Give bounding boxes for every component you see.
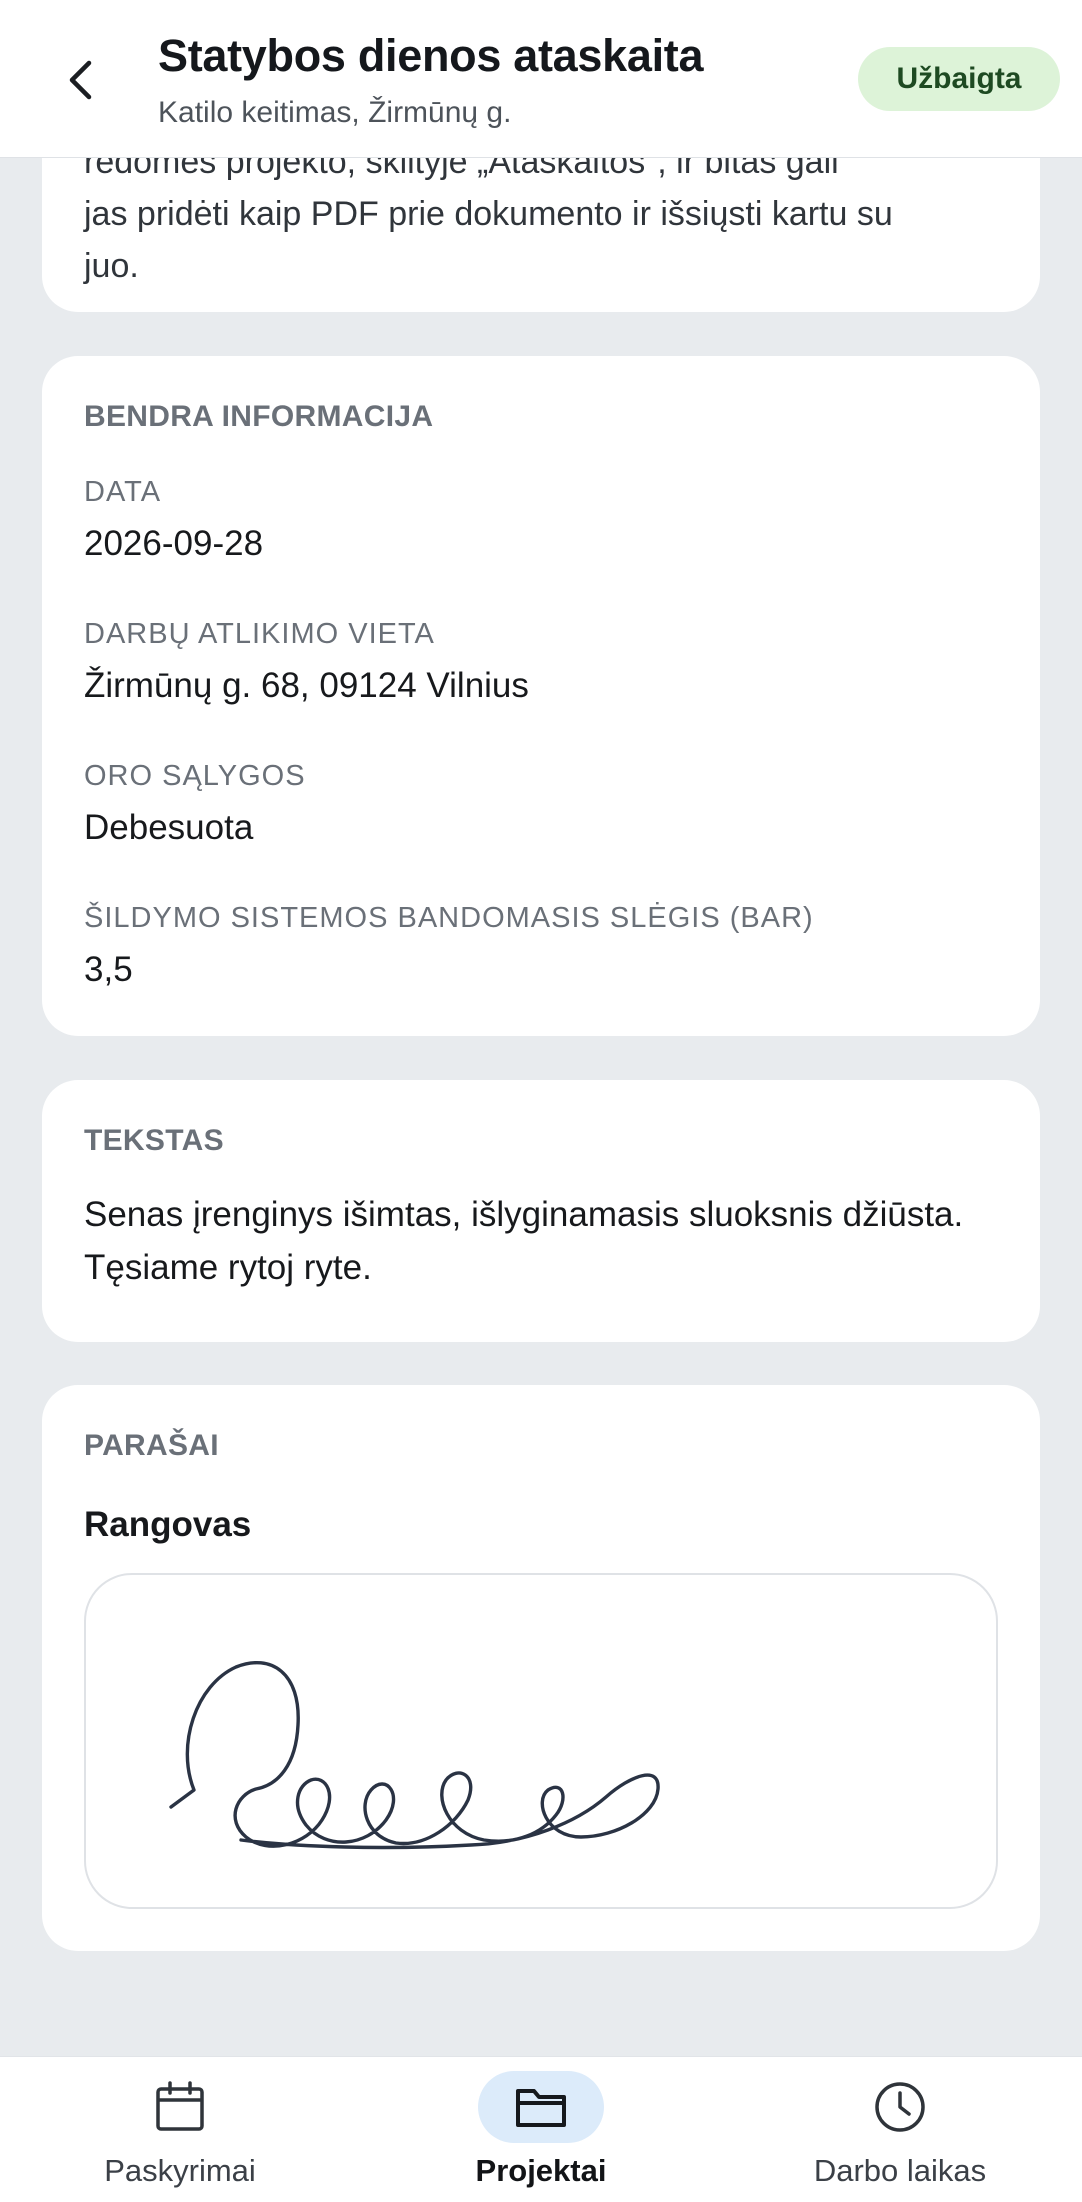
nav-icon-wrap <box>117 2071 243 2143</box>
text-body: Senas įrenginys išimtas, išlyginamasis s… <box>84 1195 964 1287</box>
status-badge: Užbaigta <box>858 47 1060 111</box>
date-value: 2026-09-28 <box>84 524 264 563</box>
clock-icon <box>875 2082 925 2132</box>
app-header: Statybos dienos ataskaita Katilo keitima… <box>0 0 1082 158</box>
signatures-card: PARAŠAI Rangovas <box>42 1385 1040 1951</box>
report-content[interactable]: redomes projekto, skiltyje „Ataskaitos",… <box>0 158 1082 2056</box>
section-title: TEKSTAS <box>84 1124 224 1157</box>
nav-label: Projektai <box>475 2153 607 2188</box>
weather-value: Debesuota <box>84 808 254 847</box>
chevron-left-icon <box>69 60 92 100</box>
section-title: BENDRA INFORMACIJA <box>84 400 434 433</box>
intro-line-partial: redomes projekto, skiltyje „Ataskaitos",… <box>84 158 839 181</box>
text-card: TEKSTAS Senas įrenginys išimtas, išlygin… <box>42 1080 1040 1342</box>
intro-line: jas pridėti kaip PDF prie dokumento ir i… <box>84 195 893 233</box>
nav-label: Paskyrimai <box>104 2153 256 2188</box>
page-title: Statybos dienos ataskaita <box>158 30 704 81</box>
location-label: DARBŲ ATLIKIMO VIETA <box>84 618 435 650</box>
nav-label: Darbo laikas <box>813 2153 987 2188</box>
pressure-value: 3,5 <box>84 950 133 989</box>
nav-icon-wrap <box>837 2071 963 2143</box>
screen: Statybos dienos ataskaita Katilo keitima… <box>0 0 1082 2202</box>
general-info-card: BENDRA INFORMACIJA DATA 2026-09-28 DARBŲ… <box>42 356 1040 1036</box>
calendar-icon <box>156 2081 204 2131</box>
nav-icon-wrap <box>478 2071 604 2143</box>
page-subtitle: Katilo keitimas, Žirmūnų g. <box>158 96 512 129</box>
folder-icon <box>516 2089 566 2127</box>
nav-item-projektai[interactable]: Projektai <box>421 2057 661 2202</box>
intro-card: redomes projekto, skiltyje „Ataskaitos",… <box>42 158 1040 312</box>
bottom-nav: Paskyrimai Projektai Darbo laikas <box>0 2056 1082 2202</box>
location-value: Žirmūnų g. 68, 09124 Vilnius <box>84 666 529 705</box>
intro-text: redomes projekto, skiltyje „Ataskaitos",… <box>84 158 1004 292</box>
back-button[interactable] <box>48 44 112 116</box>
intro-line: juo. <box>84 247 139 285</box>
nav-item-paskyrimai[interactable]: Paskyrimai <box>60 2057 300 2202</box>
signature-image <box>169 1661 660 1850</box>
signature-box <box>84 1573 998 1909</box>
weather-label: ORO SĄLYGOS <box>84 760 306 792</box>
section-title: PARAŠAI <box>84 1429 219 1462</box>
pressure-label: ŠILDYMO SISTEMOS BANDOMASIS SLĖGIS (BAR) <box>84 902 814 934</box>
signer-role: Rangovas <box>84 1505 252 1544</box>
date-label: DATA <box>84 476 162 508</box>
nav-item-darbo-laikas[interactable]: Darbo laikas <box>780 2057 1020 2202</box>
